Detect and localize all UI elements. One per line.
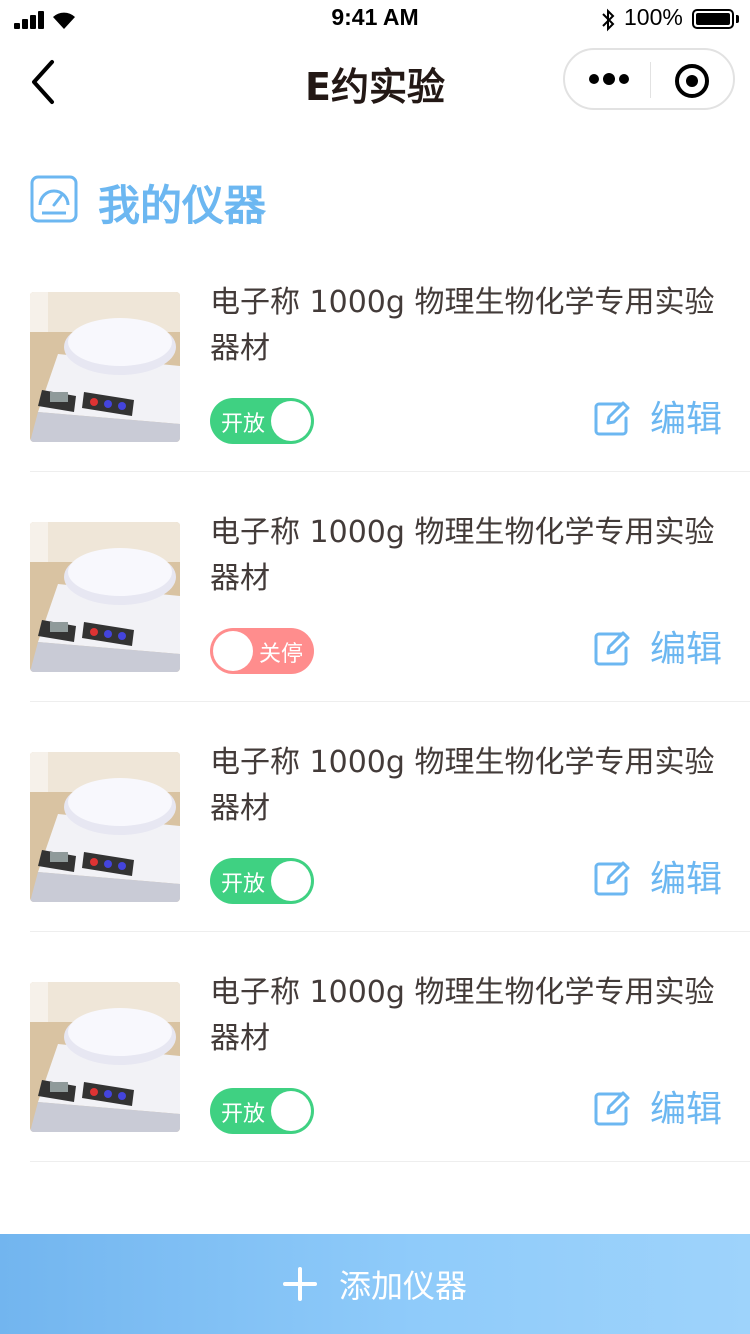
status-toggle-label: 开放 <box>221 872 266 897</box>
instrument-row[interactable]: 电子称 1000g 物理生物化学专用实验器材 开放 编辑 <box>30 932 750 1162</box>
battery-icon <box>692 9 734 29</box>
edit-label: 编辑 <box>650 629 723 670</box>
edit-icon <box>594 1091 630 1126</box>
instrument-row[interactable]: 电子称 1000g 物理生物化学专用实验器材 关停 编辑 <box>30 472 750 702</box>
edit-label: 编辑 <box>650 399 723 440</box>
instrument-row[interactable]: 电子称 1000g 物理生物化学专用实验器材 开放 编辑 <box>30 242 750 472</box>
instrument-thumbnail <box>30 522 180 672</box>
target-icon[interactable] <box>673 62 711 100</box>
mini-program-capsule <box>563 48 735 110</box>
edit-icon <box>594 401 630 436</box>
edit-label: 编辑 <box>650 859 723 900</box>
battery-percent: 100% <box>624 4 683 30</box>
edit-button[interactable]: 编辑 <box>592 628 732 672</box>
status-bar: 9:41 AM 100% <box>0 0 750 40</box>
instrument-name: 电子称 1000g 物理生物化学专用实验器材 <box>210 285 715 366</box>
status-toggle[interactable]: 开放 <box>210 398 314 444</box>
status-toggle[interactable]: 开放 <box>210 1088 314 1134</box>
instrument-name: 电子称 1000g 物理生物化学专用实验器材 <box>210 975 715 1056</box>
toggle-knob <box>271 401 311 441</box>
edit-icon <box>594 631 630 666</box>
edit-button[interactable]: 编辑 <box>592 1088 732 1132</box>
edit-button[interactable]: 编辑 <box>592 858 732 902</box>
gauge-icon <box>30 175 78 223</box>
status-toggle[interactable]: 开放 <box>210 858 314 904</box>
status-toggle-label: 开放 <box>221 412 266 437</box>
status-toggle[interactable]: 关停 <box>210 628 314 674</box>
battery-tip <box>736 15 739 23</box>
toggle-knob <box>213 631 253 671</box>
status-toggle-label: 开放 <box>221 1102 266 1127</box>
status-toggle-label: 关停 <box>258 642 303 667</box>
edit-icon <box>594 861 630 896</box>
section-title: 我的仪器 <box>98 181 267 230</box>
instrument-thumbnail <box>30 982 180 1132</box>
instrument-row[interactable]: 电子称 1000g 物理生物化学专用实验器材 开放 编辑 <box>30 702 750 932</box>
toggle-knob <box>271 1091 311 1131</box>
plus-icon <box>282 1267 317 1301</box>
instrument-name: 电子称 1000g 物理生物化学专用实验器材 <box>210 515 715 596</box>
instrument-name: 电子称 1000g 物理生物化学专用实验器材 <box>210 745 715 826</box>
edit-label: 编辑 <box>650 1089 723 1130</box>
instrument-thumbnail <box>30 292 180 442</box>
toggle-knob <box>271 861 311 901</box>
add-instrument-label: 添加仪器 <box>338 1267 467 1305</box>
edit-button[interactable]: 编辑 <box>592 398 732 442</box>
bluetooth-icon <box>602 8 615 32</box>
capsule-divider <box>650 62 651 98</box>
add-instrument-button[interactable]: 添加仪器 <box>0 1234 750 1334</box>
more-dots-icon[interactable] <box>589 72 629 86</box>
instrument-thumbnail <box>30 752 180 902</box>
